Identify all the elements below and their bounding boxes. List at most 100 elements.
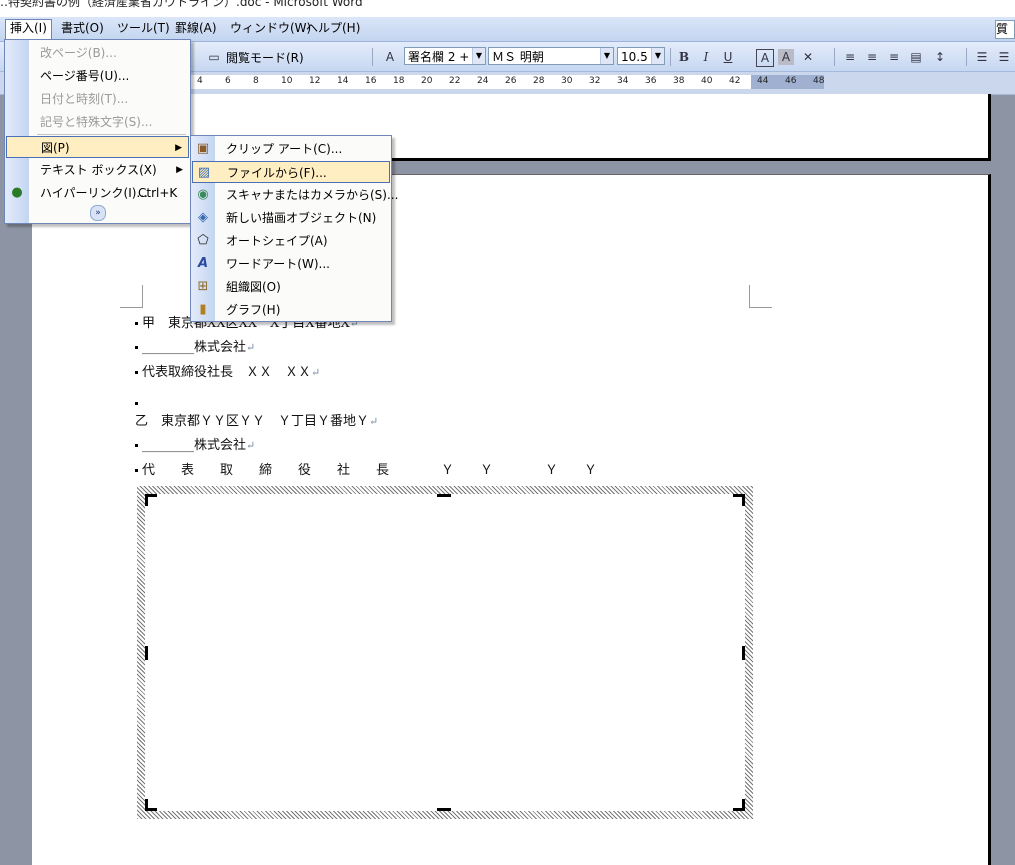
menu-item-label: 図(P) (41, 141, 70, 155)
menu-insert[interactable]: 挿入(I) (5, 19, 52, 40)
menu-item-from-file[interactable]: ▨ ファイルから(F)... (192, 161, 390, 183)
party-b-representative: 代 表 取 締 役 社 長 Ｙ Ｙ Ｙ Ｙ (142, 463, 598, 478)
drawing-canvas[interactable] (137, 486, 753, 819)
distributed-icon[interactable]: ▤ (908, 49, 924, 65)
menu-item-label: 新しい描画オブジェクト(N) (226, 211, 377, 225)
ruler-tick-label: 14 (337, 76, 349, 86)
scanner-icon: ◉ (197, 187, 209, 202)
line-spacing-icon[interactable]: ↕ (932, 49, 948, 65)
ruler-tick-label: 12 (309, 76, 321, 86)
bold-icon[interactable]: B (676, 49, 692, 65)
menu-item-label: 組織図(O) (226, 280, 281, 294)
underline-icon[interactable]: U (720, 49, 736, 65)
ruler-tick-label: 46 (785, 76, 797, 86)
crop-handle[interactable] (437, 808, 451, 811)
italic-icon[interactable]: I (698, 49, 714, 65)
margin-corner-mark (749, 285, 772, 308)
menu-item-text-box[interactable]: テキスト ボックス(X) ▶ (6, 159, 189, 181)
chevron-down-icon[interactable]: ▼ (651, 48, 664, 64)
menu-item-wordart[interactable]: A ワードアート(W)... (192, 253, 390, 275)
paragraph-mark (135, 444, 138, 447)
doc-line[interactable]: 代表取締役社長 ＸＸ ＸＸ↵ (135, 361, 320, 380)
menu-item-label: ハイパーリンク(I)... (40, 186, 148, 200)
paragraph-mark (135, 322, 138, 325)
menu-table[interactable]: 罫線(A) (171, 20, 221, 37)
margin-corner-mark (120, 285, 143, 308)
font-value: ＭＳ 明朝 (492, 50, 544, 64)
autoshape-icon: ⬠ (197, 233, 209, 248)
menu-item-shortcut: Ctrl+K (138, 186, 178, 200)
style-value: 署名欄 2 + 7 (408, 50, 481, 64)
chevron-down-icon[interactable]: ▼ (472, 48, 485, 64)
align-center-icon[interactable]: ≡ (864, 49, 880, 65)
menu-item-new-drawing[interactable]: ◈ 新しい描画オブジェクト(N) (192, 207, 390, 229)
party-b-company: ________株式会社 (142, 438, 247, 453)
menu-help[interactable]: ヘルプ(H) (302, 20, 364, 37)
doc-line[interactable]: 代 表 取 締 役 社 長 Ｙ Ｙ Ｙ Ｙ (135, 459, 597, 478)
menu-item-scanner[interactable]: ◉ スキャナまたはカメラから(S)... (192, 184, 398, 206)
submenu-arrow-icon: ▶ (175, 143, 182, 153)
picture-file-icon: ▨ (197, 165, 211, 180)
crop-handle[interactable] (742, 646, 745, 660)
char-border-icon[interactable]: A (756, 49, 774, 67)
bullets-icon[interactable]: ☰ (996, 49, 1012, 65)
align-justify-icon[interactable]: ≡ (842, 49, 858, 65)
styles-pane-icon[interactable]: A (382, 49, 398, 65)
expand-menu-chevron-icon[interactable]: » (90, 205, 106, 221)
crop-handle[interactable] (437, 494, 451, 497)
menu-item-label: 日付と時刻(T)... (40, 92, 129, 106)
paragraph-mark (135, 402, 138, 405)
menu-tools[interactable]: ツール(T) (113, 20, 174, 37)
ruler-tick-label: 36 (645, 76, 657, 86)
menu-item-page-numbers[interactable]: ページ番号(U)... (6, 65, 189, 87)
char-shading-icon[interactable]: A (778, 49, 794, 65)
menu-item-org-chart[interactable]: ⊞ 組織図(O) (192, 276, 390, 298)
crop-handle[interactable] (742, 494, 745, 506)
font-size-value: 10.5 (621, 50, 648, 64)
menu-item-label: 記号と特殊文字(S)... (40, 115, 153, 129)
return-mark-icon: ↵ (246, 341, 256, 354)
drawing-canvas-area[interactable] (145, 494, 745, 811)
menu-item-hyperlink[interactable]: ● ハイパーリンク(I)... Ctrl+K (6, 182, 189, 204)
menu-item-page-break[interactable]: 改ページ(B)... (6, 42, 189, 64)
ruler-tick-label: 34 (617, 76, 629, 86)
numbering-icon[interactable]: ☰ (974, 49, 990, 65)
menu-item-clip-art[interactable]: ▣ クリップ アート(C)... (192, 138, 390, 160)
reading-mode-icon[interactable]: ▭ (206, 49, 222, 65)
menu-item-label: ページ番号(U)... (40, 69, 130, 83)
font-size-combo[interactable]: 10.5 ▼ (617, 47, 665, 65)
menu-item-date-time[interactable]: 日付と時刻(T)... (6, 88, 189, 110)
align-right-icon[interactable]: ≡ (886, 49, 902, 65)
doc-line[interactable] (135, 396, 142, 411)
menu-item-autoshapes[interactable]: ⬠ オートシェイプ(A) (192, 230, 390, 252)
return-mark-icon: ↵ (311, 366, 321, 379)
menu-item-label: スキャナまたはカメラから(S)... (226, 188, 399, 202)
reading-mode-button[interactable]: 閲覧モード(R) (226, 49, 304, 66)
doc-line[interactable]: ________株式会社↵ (135, 336, 255, 355)
insert-menu: 改ページ(B)... ページ番号(U)... 日付と時刻(T)... 記号と特殊… (4, 39, 191, 224)
submenu-arrow-icon: ▶ (176, 165, 183, 175)
paragraph-mark (135, 371, 138, 374)
doc-line[interactable]: ________株式会社↵ (135, 434, 255, 453)
menu-item-symbol[interactable]: 記号と特殊文字(S)... (6, 111, 189, 133)
ruler-tick-label: 8 (253, 76, 259, 86)
crop-handle[interactable] (145, 799, 148, 811)
party-a-representative: 代表取締役社長 ＸＸ ＸＸ (142, 365, 312, 380)
menu-item-chart[interactable]: ▮ グラフ(H) (192, 299, 390, 321)
style-combo[interactable]: 署名欄 2 + 7 ▼ (404, 47, 486, 65)
window-title: …特契約書の例（経済産業省ガウトライン）.doc - Microsoft Wor… (0, 0, 363, 9)
hyperlink-icon: ● (11, 185, 23, 200)
paragraph-mark (135, 346, 138, 349)
chevron-down-icon[interactable]: ▼ (600, 48, 613, 64)
char-scale-icon[interactable]: ✕ (800, 49, 816, 65)
party-b-address: 乙 東京都ＹＹ区ＹＹ Ｙ丁目Ｙ番地Ｙ (135, 414, 370, 429)
menu-format[interactable]: 書式(O) (57, 20, 108, 37)
menu-item-picture[interactable]: 図(P) ▶ (6, 136, 189, 158)
toolbar-separator (670, 48, 671, 66)
crop-handle[interactable] (145, 646, 148, 660)
crop-handle[interactable] (742, 799, 745, 811)
ask-question-box[interactable]: 質問 (995, 20, 1015, 39)
crop-handle[interactable] (145, 494, 148, 506)
doc-line[interactable]: 乙 東京都ＹＹ区ＹＹ Ｙ丁目Ｙ番地Ｙ↵ (135, 410, 378, 429)
font-combo[interactable]: ＭＳ 明朝 ▼ (488, 47, 614, 65)
